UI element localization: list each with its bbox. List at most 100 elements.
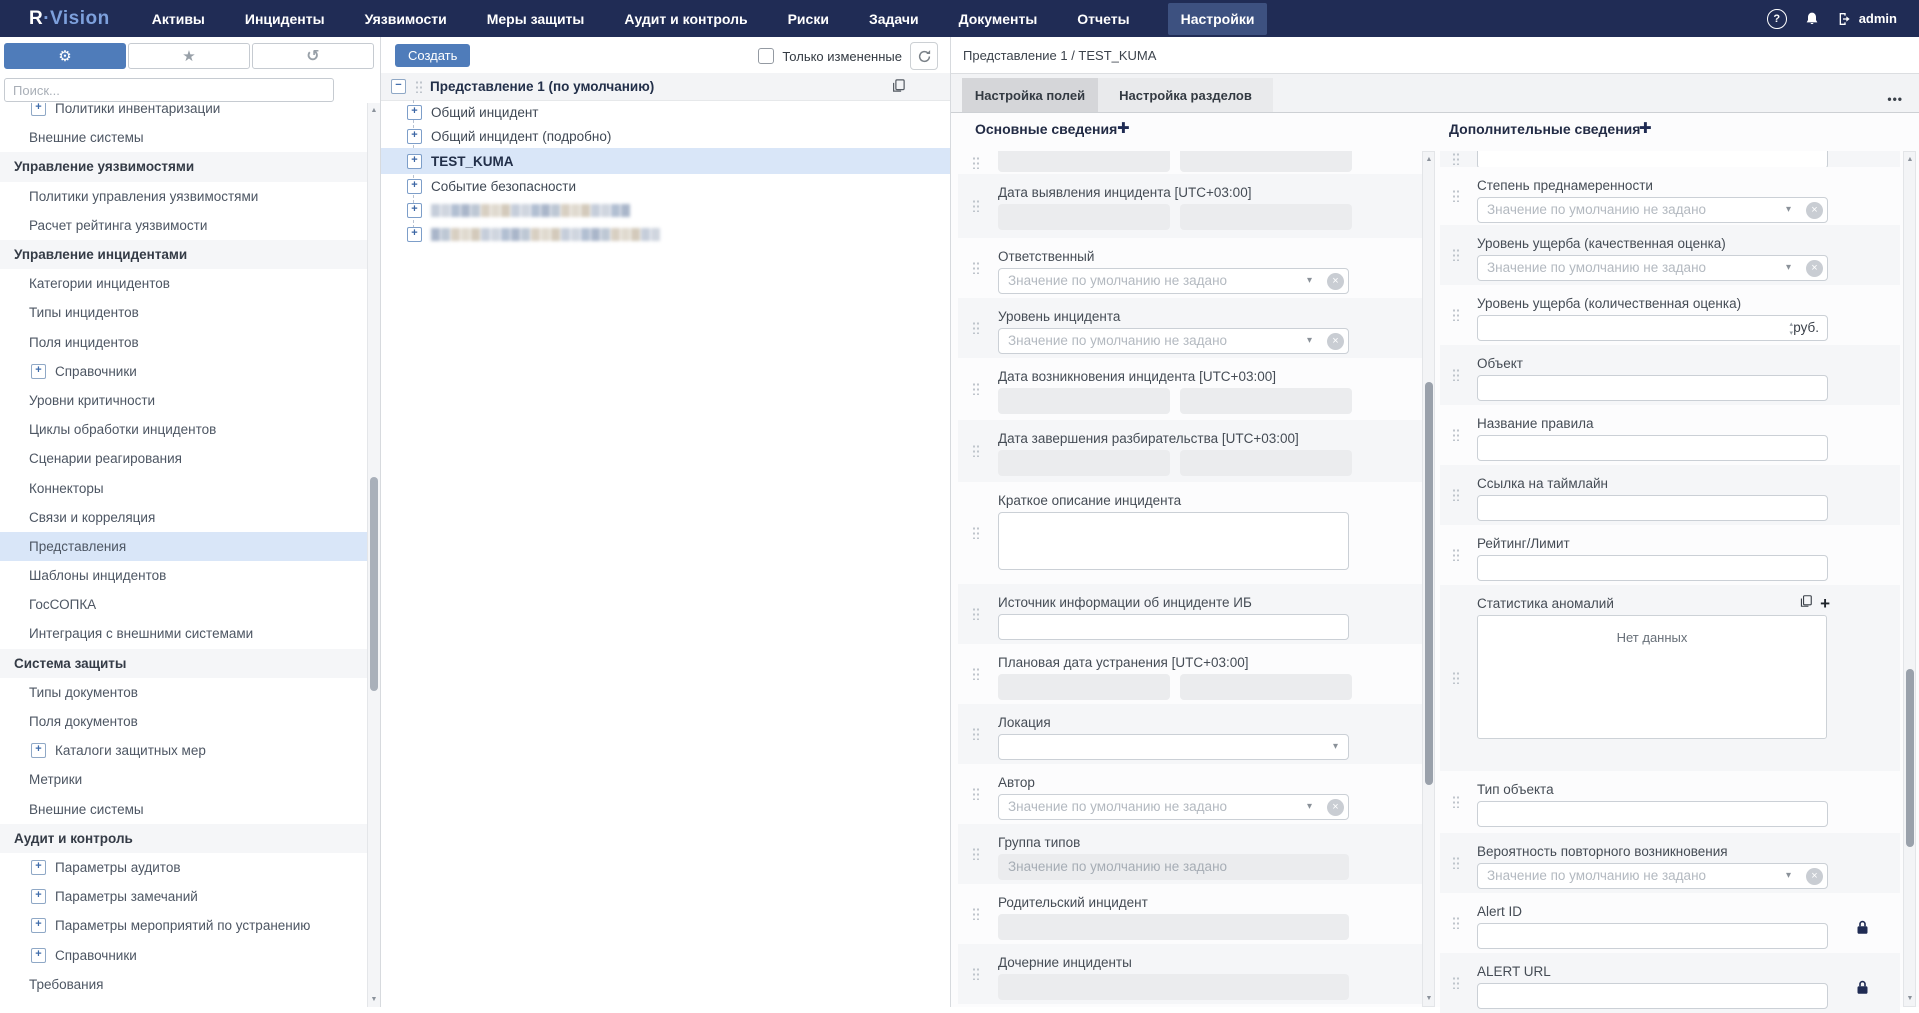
sidebar-item[interactable]: Поля документов <box>0 707 367 736</box>
sidebar-item[interactable]: +Справочники <box>0 357 367 386</box>
scroll-down-icon[interactable]: ▼ <box>1423 995 1435 1002</box>
drag-handle-icon[interactable] <box>972 321 979 334</box>
dropdown-field[interactable]: Значение по умолчанию не задано▾× <box>998 794 1349 820</box>
drag-handle-icon[interactable] <box>1452 428 1459 441</box>
expand-plus-icon[interactable]: + <box>407 154 422 169</box>
nav-item-меры-защиты[interactable]: Меры защиты <box>485 3 587 35</box>
clear-value-icon[interactable]: × <box>1327 333 1344 350</box>
drag-handle-icon[interactable] <box>1452 152 1459 165</box>
text-input[interactable] <box>1477 555 1828 581</box>
nav-item-отчеты[interactable]: Отчеты <box>1075 3 1131 35</box>
drag-handle-icon[interactable] <box>1452 548 1459 561</box>
sidebar-item[interactable]: Внешние системы <box>0 123 367 152</box>
dropdown-field[interactable]: Значение по умолчанию не задано▾× <box>998 328 1349 354</box>
drag-handle-icon[interactable] <box>972 907 979 920</box>
text-input[interactable] <box>1477 923 1828 949</box>
sidebar-search-input[interactable] <box>4 78 334 102</box>
dropdown-field[interactable]: Значение по умолчанию не задано▾× <box>1477 863 1828 889</box>
middle-scrollbar[interactable]: ▲ ▼ <box>1422 151 1435 1007</box>
drag-handle-icon[interactable] <box>1452 976 1459 989</box>
drag-handle-icon[interactable] <box>972 526 979 539</box>
drag-handle-icon[interactable] <box>1452 671 1459 684</box>
expand-plus-icon[interactable]: + <box>31 860 46 875</box>
scrollbar-thumb[interactable] <box>370 477 378 691</box>
expand-plus-icon[interactable]: + <box>31 743 46 758</box>
expand-plus-icon[interactable]: + <box>407 179 422 194</box>
sidebar-item[interactable]: Циклы обработки инцидентов <box>0 415 367 444</box>
sidebar-item[interactable]: ГосСОПКА <box>0 590 367 619</box>
nav-item-аудит-и-контроль[interactable]: Аудит и контроль <box>622 3 749 35</box>
sidebar-item[interactable]: Типы документов <box>0 678 367 707</box>
tree-item[interactable]: +Общий инцидент <box>381 100 950 124</box>
clear-value-icon[interactable]: × <box>1806 868 1823 885</box>
dropdown-field[interactable] <box>1477 151 1828 167</box>
nav-item-задачи[interactable]: Задачи <box>867 3 921 35</box>
sidebar-item[interactable]: Типы инцидентов <box>0 298 367 327</box>
tree-item[interactable]: +TEST_KUMA <box>381 148 950 174</box>
collapse-icon[interactable]: − <box>391 79 406 94</box>
sidebar-item[interactable]: Политики управления уязвимостями <box>0 182 367 211</box>
expand-plus-icon[interactable]: + <box>407 105 422 120</box>
drag-handle-icon[interactable] <box>415 80 422 93</box>
drag-handle-icon[interactable] <box>972 847 979 860</box>
sidebar-item[interactable]: Сценарии реагирования <box>0 444 367 473</box>
sidebar-item[interactable]: Представления <box>0 532 367 561</box>
sidebar-item[interactable]: +Параметры мероприятий по устранению <box>0 911 367 940</box>
text-input[interactable] <box>1477 983 1828 1009</box>
drag-handle-icon[interactable] <box>972 199 979 212</box>
sidebar-item[interactable]: +Справочники <box>0 940 367 969</box>
text-input[interactable] <box>1477 435 1828 461</box>
expand-plus-icon[interactable]: + <box>31 889 46 904</box>
textarea-input[interactable] <box>998 512 1349 570</box>
text-input[interactable] <box>998 614 1349 640</box>
tree-item[interactable]: + <box>381 198 950 222</box>
notifications-bell-icon[interactable] <box>1804 11 1820 27</box>
help-icon[interactable]: ? <box>1767 9 1787 29</box>
drag-handle-icon[interactable] <box>1452 488 1459 501</box>
drag-handle-icon[interactable] <box>972 261 979 274</box>
expand-plus-icon[interactable]: + <box>407 227 422 242</box>
clear-value-icon[interactable]: × <box>1806 260 1823 277</box>
sidebar-item[interactable]: Категории инцидентов <box>0 269 367 298</box>
dropdown-field[interactable]: ▾ <box>998 734 1349 760</box>
tree-root-row[interactable]: − Представление 1 (по умолчанию) <box>381 73 950 101</box>
clear-value-icon[interactable]: × <box>1327 799 1344 816</box>
add-field-left-icon[interactable]: ✚ <box>1117 119 1130 137</box>
number-input[interactable]: ▴▾руб. <box>1477 315 1828 341</box>
tab-section-settings[interactable]: Настройка разделов <box>1098 78 1273 112</box>
sidebar-item[interactable]: Шаблоны инцидентов <box>0 561 367 590</box>
sidebar-item[interactable]: +Параметры замечаний <box>0 882 367 911</box>
create-button[interactable]: Создать <box>395 44 470 67</box>
app-logo[interactable]: R·Vision <box>29 8 110 30</box>
expand-plus-icon[interactable]: + <box>31 364 46 379</box>
sidebar-item[interactable]: Связи и корреляция <box>0 503 367 532</box>
drag-handle-icon[interactable] <box>1452 308 1459 321</box>
copy-icon[interactable] <box>1799 594 1813 613</box>
expand-plus-icon[interactable]: + <box>407 203 422 218</box>
clear-value-icon[interactable]: × <box>1806 202 1823 219</box>
scroll-up-icon[interactable]: ▲ <box>368 107 380 114</box>
nav-item-документы[interactable]: Документы <box>957 3 1040 35</box>
text-input[interactable] <box>1477 495 1828 521</box>
sidebar-scrollbar[interactable]: ▲ ▼ <box>367 103 380 1007</box>
tree-item[interactable]: +Событие безопасности <box>381 174 950 198</box>
scroll-up-icon[interactable]: ▲ <box>1423 156 1435 163</box>
dropdown-field[interactable]: Значение по умолчанию не задано▾× <box>998 268 1349 294</box>
sidebar-item[interactable]: Требования <box>0 970 367 999</box>
scrollbar-thumb[interactable] <box>1425 382 1433 785</box>
text-input[interactable] <box>1477 375 1828 401</box>
tree-item[interactable]: + <box>381 222 950 246</box>
add-icon[interactable]: + <box>1820 597 1830 611</box>
sidebar-item[interactable]: Внешние системы <box>0 795 367 824</box>
sidebar-item[interactable]: +Параметры аудитов <box>0 853 367 882</box>
tab-favorites[interactable]: ★ <box>128 43 250 69</box>
drag-handle-icon[interactable] <box>972 967 979 980</box>
nav-item-инциденты[interactable]: Инциденты <box>243 3 327 35</box>
drag-handle-icon[interactable] <box>972 444 979 457</box>
copy-view-icon[interactable] <box>891 78 906 98</box>
nav-item-уязвимости[interactable]: Уязвимости <box>363 3 449 35</box>
refresh-button[interactable] <box>910 42 938 70</box>
tab-field-settings[interactable]: Настройка полей <box>962 78 1098 112</box>
drag-handle-icon[interactable] <box>1452 916 1459 929</box>
drag-handle-icon[interactable] <box>1452 856 1459 869</box>
